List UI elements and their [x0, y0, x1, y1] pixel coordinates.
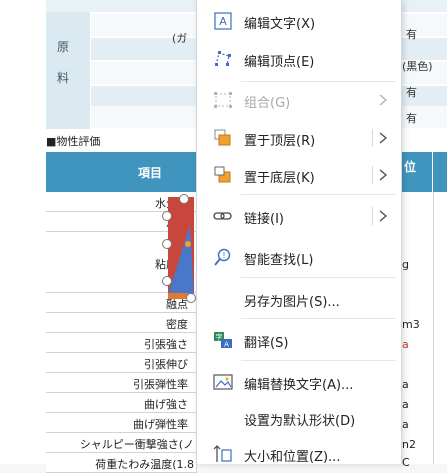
context-menu: A 编辑文字(X) 编辑顶点(E) 组合(G) 置于顶层(R) 置于底层(K) …	[196, 0, 402, 465]
value-fragment: g	[402, 258, 409, 271]
chevron-right-icon[interactable]	[377, 168, 389, 182]
value-fragment: m3	[402, 318, 420, 331]
top-cell-2: (黒色)	[402, 60, 433, 73]
chevron-right-icon[interactable]	[377, 131, 389, 145]
menu-item-smart-lookup[interactable]: ! 智能查找(L)	[197, 241, 401, 273]
resize-handle[interactable]	[186, 293, 196, 303]
send-to-back-icon	[214, 166, 231, 183]
adjust-handle[interactable]	[185, 241, 191, 247]
edit-vertex-icon	[215, 51, 231, 66]
menu-item-set-default-shape[interactable]: 设置为默认形状(D)	[197, 402, 401, 434]
submenu-divider	[372, 129, 373, 147]
value-fragment: a	[402, 398, 409, 411]
resize-handle[interactable]	[162, 276, 172, 286]
side-label: 原料	[56, 40, 69, 85]
translate-icon: 字 A	[214, 332, 232, 349]
menu-item-size-position[interactable]: 大小和位置(Z)...	[197, 438, 401, 470]
table-row: 曲げ弾性率	[46, 413, 197, 433]
menu-separator	[241, 81, 396, 82]
alt-text-icon	[213, 374, 233, 390]
value-fragment: C	[402, 456, 410, 469]
menu-separator	[241, 277, 396, 278]
submenu-divider	[372, 207, 373, 225]
svg-text:!: !	[222, 251, 225, 260]
table-row: 引張強さ	[46, 333, 197, 353]
left-fragment: (ガ	[172, 32, 188, 45]
submenu-divider	[372, 166, 373, 184]
group-icon	[214, 92, 232, 108]
header-unit: 位	[404, 160, 417, 174]
table-row: 荷重たわみ温度(1.8	[46, 453, 197, 473]
table-row: 曲げ強さ	[46, 393, 197, 413]
value-fragment: a	[402, 378, 409, 391]
header-item: 項目	[138, 166, 163, 180]
resize-handle[interactable]	[162, 239, 172, 249]
value-fragment: a	[402, 338, 409, 351]
table-row: 引張弾性率	[46, 373, 197, 393]
menu-item-translate[interactable]: 字 A 翻译(S)	[197, 324, 401, 356]
header-extra-cell	[432, 152, 447, 192]
menu-separator	[241, 194, 396, 195]
link-icon	[213, 212, 232, 220]
menu-item-edit-vertex[interactable]: 编辑顶点(E)	[197, 43, 401, 75]
top-cell-3: 有	[406, 86, 417, 99]
chevron-right-icon[interactable]	[377, 209, 389, 223]
value-fragment: n2	[402, 438, 416, 451]
svg-text:A: A	[224, 341, 229, 349]
bring-to-front-icon	[214, 129, 231, 146]
menu-item-link[interactable]: 链接(I)	[197, 200, 401, 232]
resize-handle[interactable]	[162, 211, 172, 221]
menu-item-send-to-back[interactable]: 置于底层(K)	[197, 159, 401, 191]
rotate-handle[interactable]	[179, 194, 189, 204]
menu-item-bring-to-front[interactable]: 置于顶层(R)	[197, 122, 401, 154]
menu-item-group[interactable]: 组合(G)	[197, 84, 401, 116]
edit-text-icon: A	[214, 12, 232, 30]
smart-lookup-icon: !	[214, 248, 231, 266]
table-row: 引張伸び	[46, 353, 197, 373]
top-cell-1: 有	[406, 28, 417, 41]
menu-item-edit-alt-text[interactable]: 编辑替换文字(A)...	[197, 366, 401, 398]
menu-separator	[241, 360, 396, 361]
top-cell-4: 有	[406, 112, 417, 125]
size-position-icon	[213, 445, 232, 462]
chevron-right-icon	[379, 94, 388, 106]
svg-text:A: A	[219, 15, 227, 28]
menu-separator	[241, 318, 396, 319]
menu-item-save-as-picture[interactable]: 另存为图片(S)...	[197, 283, 401, 315]
table-row: シャルピー衝撃強さ(ノ	[46, 433, 197, 453]
value-fragment: a	[402, 418, 409, 431]
menu-item-edit-text[interactable]: A 编辑文字(X)	[197, 5, 401, 37]
section-title: ■物性評価	[46, 135, 101, 148]
table-row: 密度	[46, 313, 197, 333]
